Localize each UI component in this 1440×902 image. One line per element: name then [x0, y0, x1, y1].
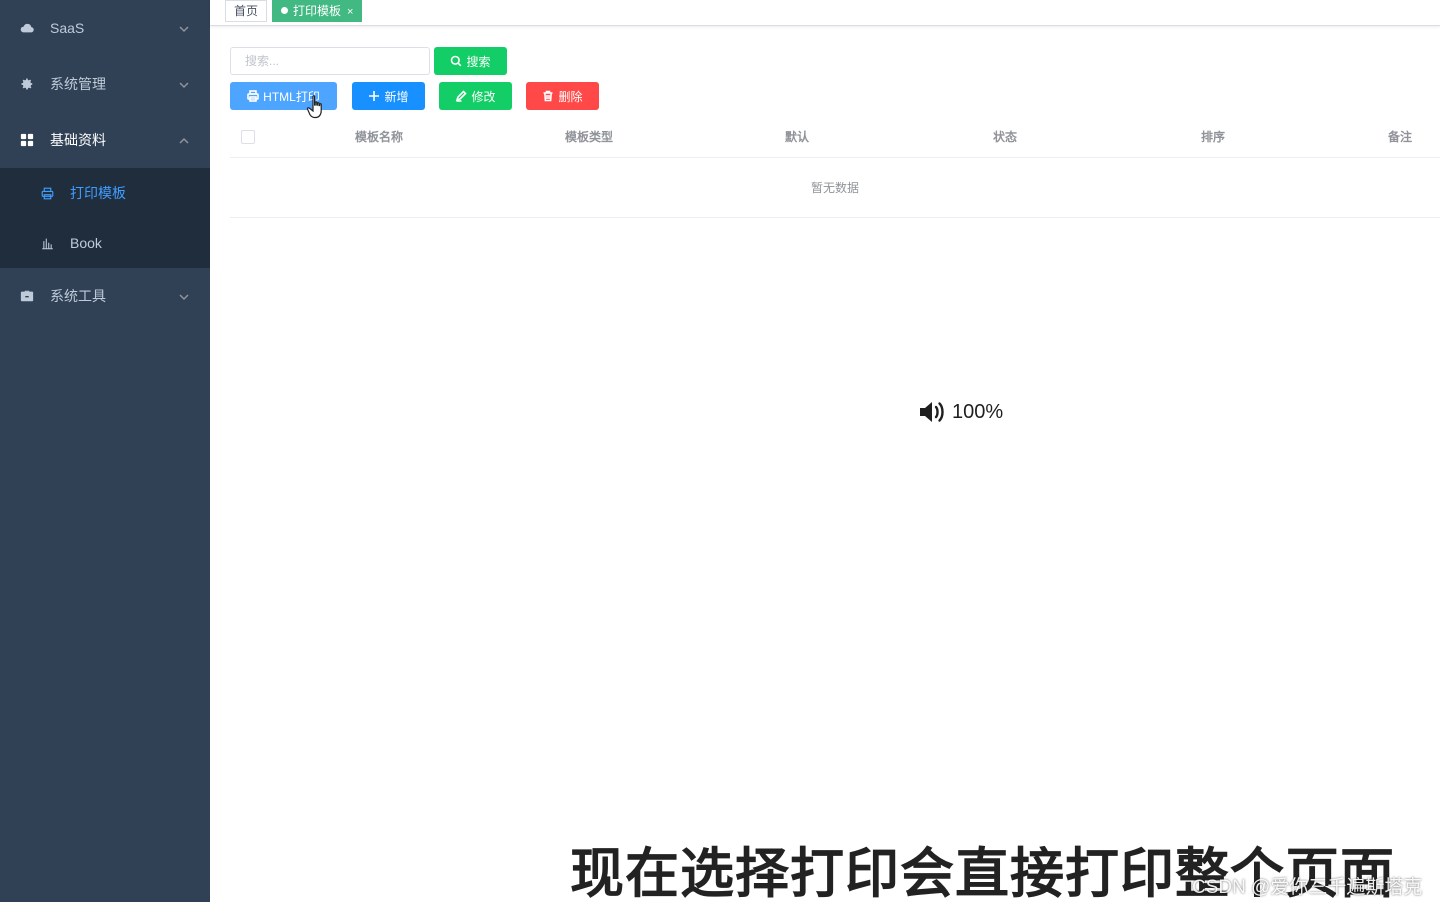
sidebar-item-print-template[interactable]: 打印模板 [0, 168, 210, 218]
column-header-template-type[interactable]: 模板类型 [494, 118, 684, 158]
sidebar-item-print-template-label: 打印模板 [70, 185, 126, 201]
template-table: 模板名称 模板类型 默认 状态 排序 备注 暂无数据 [230, 118, 1440, 218]
add-button[interactable]: 新增 [352, 82, 425, 110]
column-header-remark[interactable]: 备注 [1360, 118, 1440, 158]
sidebar-item-book[interactable]: Book [0, 218, 210, 268]
csdn-watermark: CSDN @爱你三千遍斯塔克 [1192, 877, 1423, 898]
printer-icon [247, 90, 259, 102]
column-header-template-name[interactable]: 模板名称 [286, 118, 472, 158]
select-all-checkbox[interactable] [241, 130, 255, 144]
tags-view: 首页 打印模板 × [210, 0, 1440, 26]
speaker-icon [920, 402, 944, 422]
trash-icon [543, 90, 553, 102]
search-input[interactable] [230, 47, 430, 75]
table-empty-text: 暂无数据 [230, 158, 1440, 218]
menu-system-tools-label: 系统工具 [50, 288, 106, 304]
cloud-icon [20, 21, 34, 35]
toolbox-icon [20, 289, 34, 303]
add-button-label: 新增 [384, 89, 409, 104]
bar-chart-icon [40, 236, 54, 250]
menu-basic-data-label: 基础资料 [50, 132, 106, 148]
sidebar: SaaS 系统管理 基础资料 打印模板 Book 系统工具 [0, 0, 210, 902]
gear-icon [20, 77, 34, 91]
search-button-label: 搜索 [466, 54, 491, 69]
chevron-down-icon [178, 290, 190, 302]
menu-saas-label: SaaS [50, 20, 85, 36]
close-icon[interactable]: × [347, 6, 353, 18]
tag-home[interactable]: 首页 [225, 0, 268, 22]
active-dot-icon [281, 7, 288, 14]
menu-system-management[interactable]: 系统管理 [0, 56, 210, 112]
plus-icon [369, 91, 380, 101]
table-header: 模板名称 模板类型 默认 状态 排序 备注 [230, 118, 1440, 158]
edit-icon [456, 90, 468, 102]
edit-button-label: 修改 [471, 89, 496, 104]
menu-saas[interactable]: SaaS [0, 0, 210, 56]
menu-basic-data[interactable]: 基础资料 [0, 112, 210, 168]
column-header-status[interactable]: 状态 [910, 118, 1100, 158]
menu-system-tools[interactable]: 系统工具 [0, 268, 210, 324]
chevron-down-icon [178, 22, 190, 34]
volume-indicator: 100% [918, 399, 1003, 425]
printer-icon [40, 186, 54, 200]
tag-home-label: 首页 [234, 4, 259, 18]
delete-button-label: 删除 [558, 89, 583, 104]
tag-print-template-label: 打印模板 [293, 4, 342, 18]
search-icon [451, 55, 462, 67]
edit-button[interactable]: 修改 [439, 82, 512, 110]
hand-cursor-icon [306, 95, 322, 119]
column-header-default[interactable]: 默认 [702, 118, 892, 158]
sidebar-item-book-label: Book [70, 235, 102, 251]
volume-percent: 100% [952, 400, 1004, 423]
submenu-basic-data: 打印模板 Book [0, 168, 210, 268]
search-button[interactable]: 搜索 [434, 47, 507, 75]
chevron-up-icon [178, 134, 190, 146]
chevron-down-icon [178, 78, 190, 90]
menu-system-management-label: 系统管理 [50, 76, 106, 92]
grid-icon [20, 133, 34, 147]
delete-button[interactable]: 删除 [526, 82, 599, 110]
column-header-sort[interactable]: 排序 [1118, 118, 1308, 158]
tag-print-template[interactable]: 打印模板 × [272, 0, 363, 22]
